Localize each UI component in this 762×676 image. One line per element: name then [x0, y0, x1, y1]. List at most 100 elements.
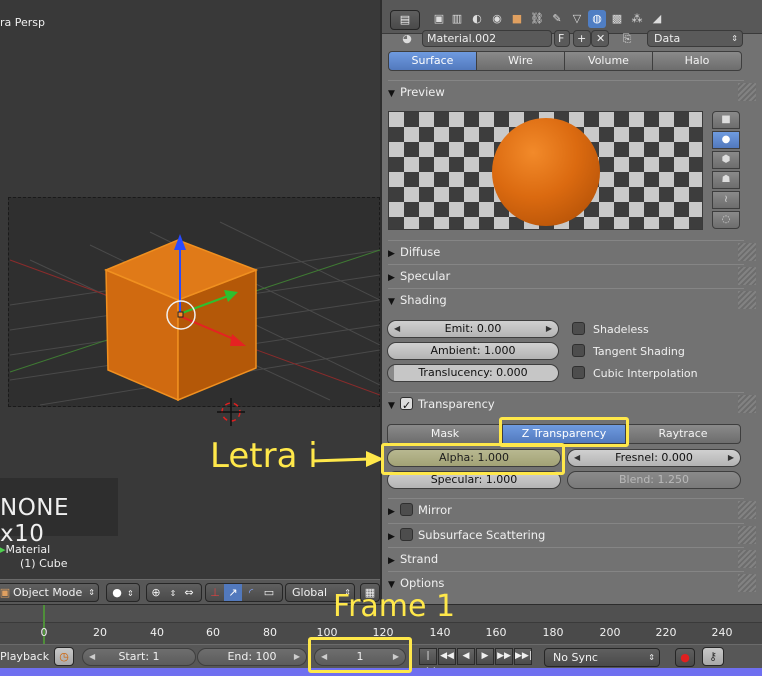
frame-tick: 160: [485, 626, 507, 639]
cubic-interpolation-checkbox[interactable]: [572, 366, 585, 379]
tangent-shading-checkbox[interactable]: [572, 344, 585, 357]
material-name-field[interactable]: Material.002: [422, 30, 552, 47]
scale-icon[interactable]: ▭: [260, 584, 278, 601]
panel-specular-header[interactable]: ▶ Specular: [388, 264, 756, 286]
sss-checkbox[interactable]: [400, 528, 413, 541]
shadeless-checkbox[interactable]: [572, 322, 585, 335]
current-frame-line[interactable]: [43, 605, 45, 645]
modifiers-icon[interactable]: ✎: [548, 10, 566, 28]
play-icon[interactable]: ▶: [476, 648, 494, 665]
tab-volume[interactable]: Volume: [564, 51, 653, 71]
render-icon[interactable]: ▣: [430, 10, 448, 28]
browse-icon[interactable]: ⎘: [618, 30, 636, 48]
constraints-icon[interactable]: ⛓: [528, 10, 546, 28]
next-keyframe-icon[interactable]: ▶▶: [495, 648, 513, 665]
updown-icon: ⇕: [648, 653, 655, 662]
panel-diffuse-label: Diffuse: [400, 245, 441, 259]
physics-icon[interactable]: ◢: [648, 10, 666, 28]
left-arrow-icon: ◀: [574, 453, 581, 462]
panel-shading-header[interactable]: ▼ Shading: [388, 288, 756, 310]
panel-strand-header[interactable]: ▶ Strand: [388, 547, 756, 569]
mirror-checkbox[interactable]: [400, 503, 413, 516]
transparency-mask-button[interactable]: Mask: [387, 424, 503, 444]
drag-grip-icon[interactable]: [738, 291, 756, 309]
transparency-checkbox[interactable]: ✓: [400, 397, 413, 412]
preview-sky-icon[interactable]: ◌: [712, 211, 740, 229]
3d-cursor: [217, 398, 245, 426]
frame-tick: 140: [429, 626, 451, 639]
drag-grip-icon[interactable]: [738, 526, 756, 544]
panel-diffuse-header[interactable]: ▶ Diffuse: [388, 240, 756, 262]
emit-slider[interactable]: ◀ Emit: 0.00 ▶: [387, 320, 559, 338]
jump-start-icon[interactable]: |◀◀: [419, 648, 437, 676]
plus-icon: +: [577, 32, 587, 45]
sync-selector[interactable]: No Sync ⇕: [544, 648, 660, 667]
editor-type-button[interactable]: ▤: [390, 10, 420, 30]
panel-mirror-label: Mirror: [418, 503, 452, 517]
transparency-raytrace-button[interactable]: Raytrace: [625, 424, 741, 444]
panel-specular-label: Specular: [400, 269, 451, 283]
preview-cube-icon[interactable]: ⬢: [712, 151, 740, 169]
close-icon: ✕: [596, 32, 606, 45]
drag-grip-icon[interactable]: [738, 550, 756, 568]
panel-transparency-header[interactable]: ▼ ✓ Transparency: [388, 392, 756, 414]
jump-end-icon[interactable]: ▶▶|: [514, 648, 532, 665]
panel-preview-header[interactable]: ▼ Preview: [388, 80, 756, 102]
ambient-slider[interactable]: Ambient: 1.000: [387, 342, 559, 360]
drag-grip-icon[interactable]: [738, 267, 756, 285]
panel-mirror-header[interactable]: ▶ Mirror: [388, 498, 756, 520]
material-icon[interactable]: ◍: [588, 10, 606, 28]
play-reverse-icon[interactable]: ◀: [457, 648, 475, 665]
world-icon[interactable]: ◉: [488, 10, 506, 28]
fresnel-slider[interactable]: ◀ Fresnel: 0.000 ▶: [567, 449, 741, 467]
pivot-icon: ⊕: [151, 586, 161, 599]
manipulator-buttons[interactable]: ⊥ ↗ ◜ ▭: [205, 583, 283, 602]
unlink-material-button[interactable]: ✕: [591, 30, 609, 47]
playback-menu[interactable]: Playback: [0, 650, 49, 663]
drag-grip-icon[interactable]: [738, 501, 756, 519]
translate-icon[interactable]: ↗: [224, 584, 242, 601]
fake-user-button[interactable]: F: [554, 30, 570, 47]
editor-type-icon: ▤: [399, 13, 411, 26]
tab-surface[interactable]: Surface: [388, 51, 477, 71]
particles-icon[interactable]: ⁂: [628, 10, 646, 28]
keying-button[interactable]: ◷: [54, 647, 74, 666]
frame-tick: 40: [150, 626, 164, 639]
blend-slider[interactable]: Blend: 1.250: [567, 471, 741, 489]
material-info: ▸Material: [0, 543, 51, 556]
end-frame-field[interactable]: End: 100 ▶: [197, 648, 307, 666]
material-slot-icon[interactable]: ◕: [394, 30, 420, 48]
tab-wire[interactable]: Wire: [476, 51, 565, 71]
preview-monkey-icon[interactable]: ☗: [712, 171, 740, 189]
preview-hair-icon[interactable]: ≀: [712, 191, 740, 209]
emit-value: Emit: 0.00: [444, 322, 502, 335]
drag-grip-icon[interactable]: [738, 83, 756, 101]
expanded-triangle-icon: ▼: [388, 401, 395, 411]
prev-keyframe-icon[interactable]: ◀◀: [438, 648, 456, 665]
fresnel-value: Fresnel: 0.000: [615, 451, 693, 464]
shading-selector[interactable]: ● ⇕: [106, 583, 140, 602]
3d-viewport[interactable]: ra Persp NONE x10 ▸Material (1) Cube ▣ O…: [0, 0, 380, 604]
add-material-button[interactable]: +: [573, 30, 591, 47]
data-icon[interactable]: ▽: [568, 10, 586, 28]
drag-grip-icon[interactable]: [738, 395, 756, 413]
keying-set-button[interactable]: ⚷: [702, 647, 724, 666]
object-icon[interactable]: ■: [508, 10, 526, 28]
drag-grip-icon[interactable]: [738, 574, 756, 592]
preview-sphere-icon[interactable]: ●: [712, 131, 740, 149]
scene-icon[interactable]: ◐: [468, 10, 486, 28]
drag-grip-icon[interactable]: [738, 243, 756, 261]
preview-plane-icon[interactable]: ■: [712, 111, 740, 129]
render-layers-icon[interactable]: ▥: [448, 10, 466, 28]
panel-preview-label: Preview: [400, 85, 445, 99]
panel-sss-header[interactable]: ▶ Subsurface Scattering: [388, 523, 756, 545]
record-button[interactable]: ●: [675, 648, 695, 667]
mode-selector[interactable]: ▣ Object Mode ⇕: [0, 583, 99, 602]
texture-icon[interactable]: ▩: [608, 10, 626, 28]
translucency-slider[interactable]: Translucency: 0.000: [387, 364, 559, 382]
start-frame-field[interactable]: ◀ Start: 1: [82, 648, 196, 666]
pivot-selector[interactable]: ⊕ ⇕ ⇔: [146, 583, 202, 602]
link-selector[interactable]: Data ⇕: [647, 30, 743, 47]
rotate-icon[interactable]: ◜: [242, 584, 260, 601]
tab-halo[interactable]: Halo: [652, 51, 742, 71]
